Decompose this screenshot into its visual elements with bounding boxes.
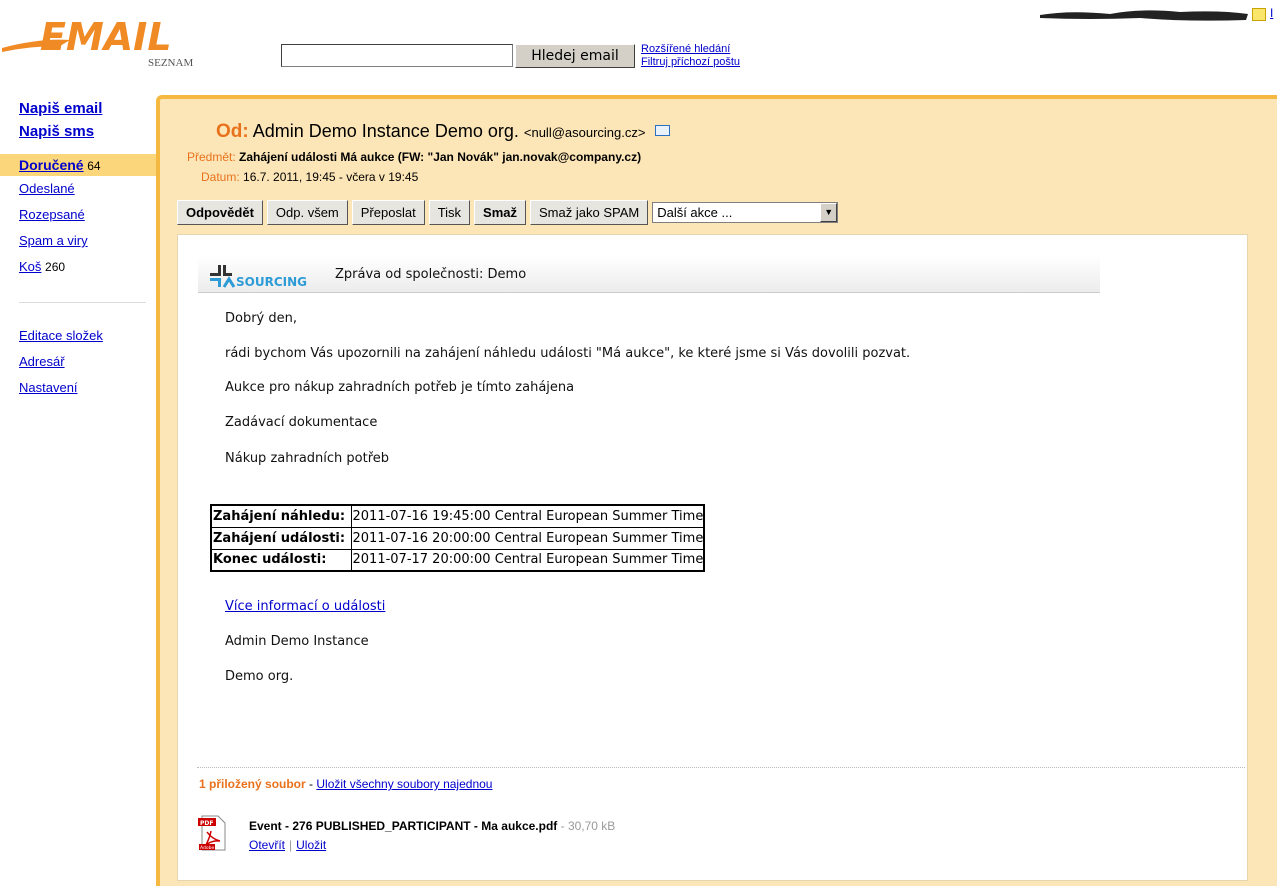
email-seznam-logo[interactable]: EMAIL SEZNAM: [0, 10, 230, 70]
notes-icon[interactable]: [1252, 8, 1266, 21]
table-row: Konec události: 2011-07-17 20:00:00 Cent…: [210, 548, 705, 572]
settings-item[interactable]: Nastavení: [19, 379, 156, 405]
folder-trash[interactable]: Koš 260: [19, 258, 156, 284]
message-panel: Od: Admin Demo Instance Demo org. <null@…: [156, 95, 1277, 886]
folder-spam-label[interactable]: Spam a viry: [19, 233, 88, 248]
company-message-title: Zpráva od společnosti: Demo: [335, 267, 527, 282]
folder-sent[interactable]: Odeslané: [19, 180, 156, 206]
attachments-divider: [197, 767, 1245, 768]
event-start-label: Zahájení události:: [210, 526, 352, 550]
user-menu-link[interactable]: I: [1270, 6, 1273, 20]
attachment-file-name: Event - 276 PUBLISHED_PARTICIPANT - Ma a…: [249, 819, 615, 833]
compose-sms-link[interactable]: Napiš sms: [19, 123, 156, 140]
filter-incoming-link[interactable]: Filtruj příchozí poštu: [641, 56, 740, 69]
search-input[interactable]: [281, 44, 513, 67]
message-body: SOURCING Zpráva od společnosti: Demo Dob…: [177, 234, 1248, 881]
event-end-value: 2011-07-17 20:00:00 Central European Sum…: [350, 548, 705, 572]
folder-trash-count: 260: [45, 260, 66, 274]
svg-text:SOURCING: SOURCING: [236, 275, 307, 288]
forward-button[interactable]: Přeposlat: [351, 200, 425, 225]
attachment-actions: Otevřít | Uložit: [249, 838, 326, 852]
folder-inbox-label[interactable]: Doručené: [19, 157, 84, 173]
tender-docs-text: Zadávací dokumentace: [225, 415, 378, 430]
pdf-file-icon: PDF Adobe: [198, 815, 226, 851]
event-end-label: Konec události:: [210, 548, 352, 572]
print-button[interactable]: Tisk: [428, 200, 471, 225]
open-attachment-link[interactable]: Otevřít: [249, 838, 285, 852]
message-from: Od: Admin Demo Instance Demo org. <null@…: [216, 121, 670, 143]
folder-inbox-count: 64: [87, 159, 101, 173]
folder-spam[interactable]: Spam a viry: [19, 232, 156, 258]
message-subject: Předmět: Zahájení události Má aukce (FW:…: [187, 150, 641, 164]
address-book-link[interactable]: Adresář: [19, 354, 65, 369]
redacted-user-name: [1040, 10, 1248, 21]
attachment-separator: -: [305, 777, 317, 791]
sidebar: Napiš email Napiš sms Doručené 64 Odesla…: [0, 98, 156, 405]
advanced-search-link[interactable]: Rozšířené hledání: [641, 43, 740, 56]
folder-inbox[interactable]: Doručené 64: [0, 154, 156, 176]
more-actions-value: Další akce ...: [657, 205, 733, 220]
subject-text: Zahájení události Má aukce (FW: "Jan Nov…: [239, 150, 642, 164]
save-attachment-link[interactable]: Uložit: [296, 838, 326, 852]
from-label: Od:: [216, 121, 249, 142]
purchase-text: Nákup zahradních potřeb: [225, 451, 390, 466]
svg-text:EMAIL: EMAIL: [40, 15, 172, 59]
preview-start-value: 2011-07-16 19:45:00 Central European Sum…: [350, 504, 705, 528]
folder-drafts-label[interactable]: Rozepsané: [19, 207, 85, 222]
svg-text:PDF: PDF: [200, 820, 213, 827]
actions-divider: |: [289, 838, 293, 852]
folder-drafts[interactable]: Rozepsané: [19, 206, 156, 232]
table-row: Zahájení náhledu: 2011-07-16 19:45:00 Ce…: [210, 504, 705, 528]
add-contact-icon[interactable]: [654, 124, 670, 136]
reply-all-button[interactable]: Odp. všem: [266, 200, 348, 225]
folder-sent-label[interactable]: Odeslané: [19, 181, 75, 196]
message-date: Datum: 16.7. 2011, 19:45 - včera v 19:45: [201, 170, 418, 184]
signature-org: Demo org.: [225, 669, 294, 684]
delete-button[interactable]: Smaž: [474, 200, 527, 225]
attachment-size: - 30,70 kB: [557, 819, 616, 833]
attachments-header: 1 přiložený soubor - Uložit všechny soub…: [199, 777, 492, 791]
attachment-count: 1 přiložený soubor: [199, 777, 306, 791]
from-address: <null@asourcing.cz>: [523, 125, 646, 140]
folder-trash-label[interactable]: Koš: [19, 259, 41, 274]
more-info-link[interactable]: Více informací o události: [225, 599, 385, 614]
delete-spam-button[interactable]: Smaž jako SPAM: [530, 200, 649, 225]
save-all-attachments-link[interactable]: Uložit všechny soubory najednou: [316, 777, 492, 791]
sidebar-divider: [19, 302, 146, 303]
settings-link[interactable]: Nastavení: [19, 380, 78, 395]
greeting-text: Dobrý den,: [225, 311, 298, 326]
message-toolbar: Odpovědět Odp. všem Přeposlat Tisk Smaž …: [177, 200, 839, 226]
search-links: Rozšířené hledání Filtruj příchozí poštu: [641, 43, 740, 69]
preview-start-label: Zahájení náhledu:: [210, 504, 352, 528]
auction-started-text: Aukce pro nákup zahradních potřeb je tím…: [225, 380, 575, 395]
edit-folders-link[interactable]: Editace složek: [19, 328, 103, 343]
search-button[interactable]: Hledej email: [515, 44, 635, 68]
sourcing-logo: SOURCING: [210, 265, 307, 288]
address-book-item[interactable]: Adresář: [19, 353, 156, 379]
sourcing-header: SOURCING Zpráva od společnosti: Demo: [198, 256, 1100, 293]
edit-folders-item[interactable]: Editace složek: [19, 327, 156, 353]
subject-label: Předmět:: [187, 150, 236, 164]
date-label: Datum:: [201, 170, 240, 184]
event-start-value: 2011-07-16 20:00:00 Central European Sum…: [350, 526, 705, 550]
attachment-name-text: Event - 276 PUBLISHED_PARTICIPANT - Ma a…: [249, 819, 558, 833]
reply-button[interactable]: Odpovědět: [177, 200, 263, 225]
svg-text:SEZNAM: SEZNAM: [148, 57, 193, 69]
from-name: Admin Demo Instance Demo org.: [252, 121, 519, 141]
chevron-down-icon[interactable]: ▼: [820, 203, 838, 222]
date-text: 16.7. 2011, 19:45 - včera v 19:45: [243, 170, 419, 184]
more-actions-select[interactable]: Další akce ... ▼: [652, 202, 839, 223]
event-times-table: Zahájení náhledu: 2011-07-16 19:45:00 Ce…: [210, 504, 706, 572]
intro-text: rádi bychom Vás upozornili na zahájení n…: [225, 346, 911, 361]
table-row: Zahájení události: 2011-07-16 20:00:00 C…: [210, 526, 705, 550]
svg-text:Adobe: Adobe: [200, 845, 214, 851]
signature-name: Admin Demo Instance: [225, 634, 369, 649]
compose-email-link[interactable]: Napiš email: [19, 100, 156, 117]
